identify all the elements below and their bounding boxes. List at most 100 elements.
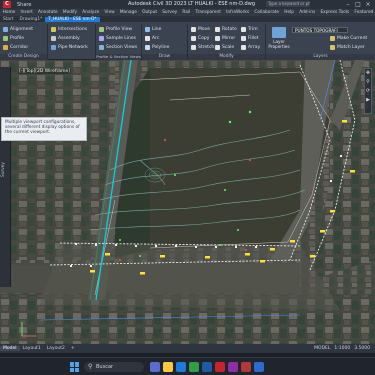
status-item[interactable]: MODEL <box>313 346 331 351</box>
ribbon-group-draw: Line Arc Polyline Draw <box>142 24 188 60</box>
scale-button[interactable]: Scale <box>215 45 234 50</box>
windows-taskbar: ⚲ Buscar <box>0 357 375 375</box>
viewport-tooltip: Multiple viewport configurations, severa… <box>1 117 87 141</box>
ribbon-tab-home[interactable]: Home <box>0 10 18 15</box>
viewport-controls-label[interactable]: [-][Top][2D Wireframe] <box>18 69 71 74</box>
fillet-icon <box>241 36 246 41</box>
ribbon-tab-modify[interactable]: Modify <box>60 10 79 15</box>
file-tab[interactable]: T_HUALKI - ESE nm-D* <box>45 16 100 22</box>
ribbon-tab-collaborate[interactable]: Collaborate <box>252 10 282 15</box>
layer-properties-button[interactable]: Layer Properties <box>268 26 290 50</box>
tool-palette-strip[interactable]: Survey <box>0 67 11 287</box>
ribbon-tab-bar: Home Insert Annotate Modify Analyze View Manag… <box>0 9 375 16</box>
layer-dropdown[interactable]: PUNTOS TOPOGRAFI <box>292 27 348 33</box>
teams-app-icon[interactable] <box>150 362 160 372</box>
drawing-canvas[interactable] <box>0 60 375 344</box>
windows-start-icon[interactable] <box>70 362 80 372</box>
rotate-button[interactable]: Rotate <box>215 27 237 32</box>
alignment-button[interactable]: Alignment <box>3 27 33 32</box>
match-layer-icon <box>330 45 335 50</box>
ribbon-tab-survey[interactable]: Survey <box>160 10 180 15</box>
ribbon-tab-insert[interactable]: Insert <box>18 10 36 15</box>
match-layer-button[interactable]: Match Layer <box>330 45 365 50</box>
file-tab[interactable]: Drawing1* <box>17 17 46 22</box>
ribbon-tab-manage[interactable]: Manage <box>117 10 139 15</box>
profile-view-icon <box>99 27 104 32</box>
array-button[interactable]: Array <box>241 45 260 50</box>
pipe-network-button[interactable]: Pipe Network <box>51 45 88 50</box>
rotate-icon <box>215 27 220 32</box>
outlook-app-icon[interactable] <box>254 362 264 372</box>
copy-button[interactable]: Copy <box>191 36 209 41</box>
line-button[interactable]: Line <box>145 27 161 32</box>
stretch-icon <box>191 45 196 50</box>
window-title: Autodesk Civil 3D 2023 LT HUALKI - ESE n… <box>128 1 255 7</box>
aerial-map-drawing <box>0 60 375 344</box>
section-views-icon <box>99 45 104 50</box>
zoom-icon[interactable]: ⚲ <box>365 78 371 87</box>
ribbon-group-profile-section-views: Profile View Sample Lines Section Views … <box>96 24 142 60</box>
ribbon-tab-transparent[interactable]: Transparent <box>193 10 224 15</box>
minimize-icon[interactable]: – <box>343 0 353 9</box>
file-tab[interactable]: Start <box>0 17 17 22</box>
intersection-icon <box>51 27 56 32</box>
mirror-icon <box>215 36 220 41</box>
assembly-icon <box>51 36 56 41</box>
intersections-button[interactable]: Intersections <box>51 27 87 32</box>
ribbon-tab-help[interactable]: Help <box>282 10 297 15</box>
ribbon-tab-output[interactable]: Output <box>139 10 159 15</box>
file-explorer-icon[interactable] <box>163 362 173 372</box>
palette-label: Survey <box>1 162 6 177</box>
corridor-button[interactable]: Corridor <box>3 45 28 50</box>
ribbon-tab-annotate[interactable]: Annotate <box>35 10 60 15</box>
title-bar: C Share Autodesk Civil 3D 2023 LT HUALKI… <box>0 0 375 9</box>
close-icon[interactable]: × <box>363 0 373 9</box>
assembly-button[interactable]: Assembly <box>51 36 80 41</box>
move-icon <box>191 27 196 32</box>
pan-icon[interactable]: ✥ <box>365 69 371 78</box>
orbit-icon[interactable]: ⟳ <box>365 87 371 96</box>
ribbon-tab-view[interactable]: View <box>102 10 117 15</box>
copy-icon <box>191 36 196 41</box>
acrobat-app-icon[interactable] <box>241 362 251 372</box>
status-item[interactable]: 3.5000 <box>353 346 371 351</box>
corridor-icon <box>3 45 8 50</box>
taskbar-search-input[interactable]: ⚲ Buscar <box>84 362 144 372</box>
edge-browser-icon[interactable] <box>176 362 186 372</box>
ribbon-tab-add-ins[interactable]: Add-ins <box>297 10 318 15</box>
fillet-button[interactable]: Fillet <box>241 36 259 41</box>
make-current-icon <box>330 36 335 41</box>
ribbon: Alignment Profile Corridor Create Design… <box>0 22 375 60</box>
arc-icon <box>145 36 150 41</box>
civil3d-app-icon[interactable] <box>215 362 225 372</box>
civil3d-logo-icon[interactable]: C <box>3 1 11 8</box>
ribbon-tab-infraworks[interactable]: InfraWorks <box>224 10 252 15</box>
profile-view-button[interactable]: Profile View <box>99 27 132 32</box>
help-search-input[interactable]: Type a keyword or phrase <box>266 1 310 7</box>
ribbon-tab-express-tools[interactable]: Express Tools <box>318 10 352 15</box>
status-item[interactable]: 1:1000 <box>333 346 351 351</box>
showmotion-icon[interactable]: ▶ <box>365 96 371 105</box>
sample-lines-button[interactable]: Sample Lines <box>99 36 136 41</box>
chrome-browser-icon[interactable] <box>189 362 199 372</box>
ribbon-tab-featured-apps[interactable]: Featured Apps <box>352 10 375 15</box>
make-current-button[interactable]: Make Current <box>330 36 367 41</box>
pipe-network-icon <box>51 45 56 50</box>
ribbon-group-create-design: Alignment Profile Corridor Create Design <box>0 24 48 60</box>
share-button[interactable]: Share <box>17 2 31 8</box>
trim-button[interactable]: Trim <box>241 27 258 32</box>
ribbon-tab-analyze[interactable]: Analyze <box>80 10 102 15</box>
move-button[interactable]: Move <box>191 27 210 32</box>
maximize-icon[interactable]: □ <box>353 0 363 9</box>
navigation-bar: ✥ ⚲ ⟳ ▶ <box>364 68 372 114</box>
section-views-button[interactable]: Section Views <box>99 45 137 50</box>
word-app-icon[interactable] <box>202 362 212 372</box>
arc-button[interactable]: Arc <box>145 36 159 41</box>
stretch-button[interactable]: Stretch <box>191 45 214 50</box>
polyline-button[interactable]: Polyline <box>145 45 169 50</box>
onenote-app-icon[interactable] <box>228 362 238 372</box>
profile-button[interactable]: Profile <box>3 36 24 41</box>
mirror-button[interactable]: Mirror <box>215 36 235 41</box>
ribbon-tab-rail[interactable]: Rail <box>180 10 193 15</box>
status-indicators: MODEL 1:1000 3.5000 <box>313 346 371 351</box>
